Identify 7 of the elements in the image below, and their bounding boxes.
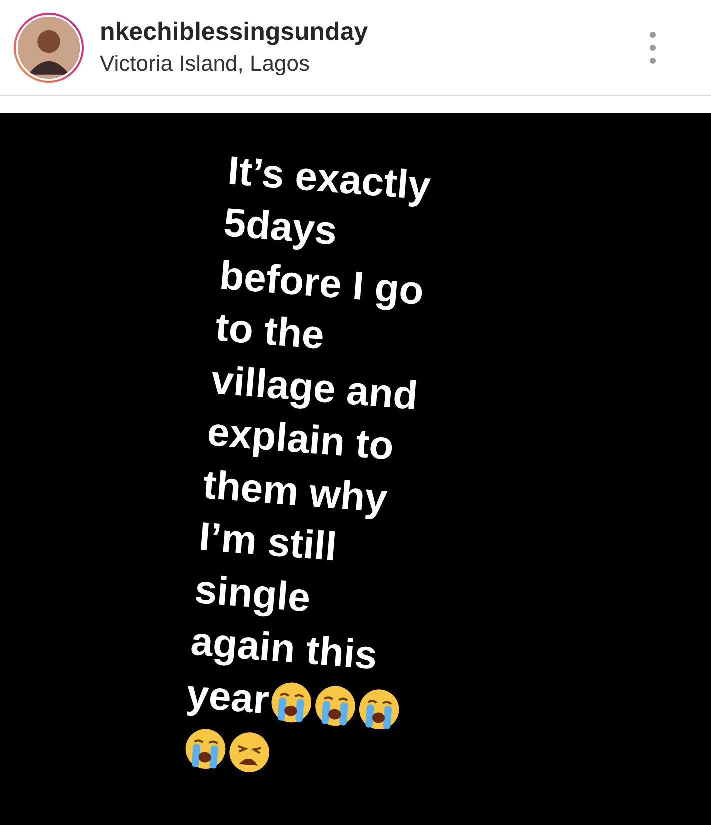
weary-face-icon [227, 730, 272, 775]
location[interactable]: Victoria Island, Lagos [100, 51, 649, 77]
crying-face-icon [313, 684, 358, 729]
more-options-icon[interactable] [649, 30, 657, 64]
crying-face-icon [183, 726, 228, 772]
crying-face-icon [357, 687, 402, 732]
username[interactable]: nkechiblessingsunday [100, 18, 649, 47]
